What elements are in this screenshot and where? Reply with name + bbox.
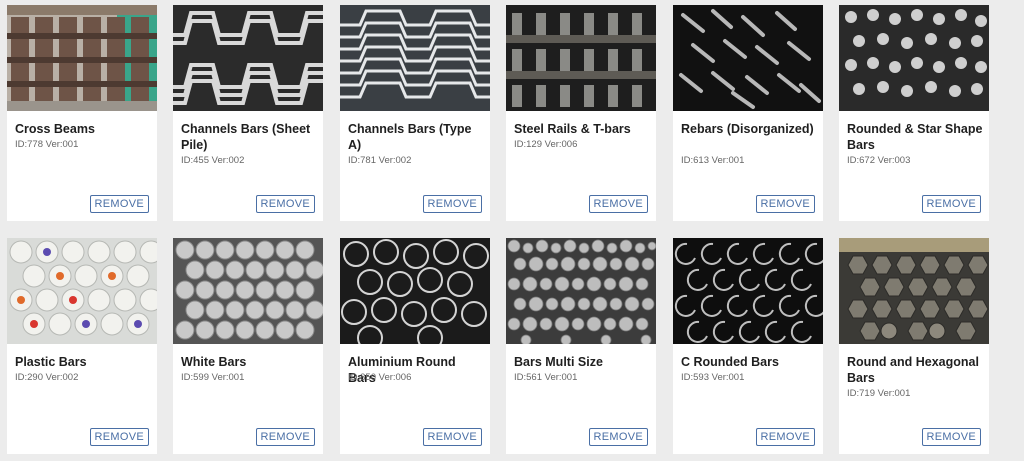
- remove-button[interactable]: REMOVE: [422, 195, 482, 213]
- product-title: Rounded & Star Shape Bars: [847, 122, 983, 152]
- product-card: C Rounded Bars ID:593 Ver:001 REMOVE: [673, 238, 823, 454]
- white-bars-image: [173, 238, 323, 344]
- product-card: Channels Bars (Sheet Pile) ID:455 Ver:00…: [173, 5, 323, 221]
- product-card: Channels Bars (Type A) ID:781 Ver:002 RE…: [340, 5, 490, 221]
- remove-button[interactable]: REMOVE: [921, 428, 981, 446]
- channel-bars-type-a-image: [340, 5, 490, 111]
- product-title: Round and Hexagonal Bars: [847, 355, 979, 385]
- product-card: Steel Rails & T-bars ID:129 Ver:006 REMO…: [506, 5, 656, 221]
- product-thumbnail: [340, 5, 490, 111]
- product-card: Plastic Bars ID:290 Ver:002 REMOVE: [7, 238, 157, 454]
- product-card: White Bars ID:599 Ver:001 REMOVE: [173, 238, 323, 454]
- product-id-version: ID:781 Ver:002: [348, 155, 412, 166]
- product-title: Channels Bars (Type A): [348, 122, 472, 152]
- remove-button[interactable]: REMOVE: [588, 195, 648, 213]
- star-shape-bars-image: [839, 5, 989, 111]
- product-id-version: ID:672 Ver:003: [847, 155, 911, 166]
- hexagonal-bars-image: [839, 238, 989, 344]
- product-id-version: ID:561 Ver:001: [514, 372, 578, 383]
- product-id-version: ID:290 Ver:002: [15, 372, 79, 383]
- product-thumbnail: [340, 238, 490, 344]
- product-title: Steel Rails & T-bars: [514, 122, 631, 136]
- c-rounded-bars-image: [673, 238, 823, 344]
- product-title: Bars Multi Size: [514, 355, 603, 369]
- product-grid: Cross Beams ID:778 Ver:001 REMOVE Channe…: [0, 0, 1024, 461]
- product-id-version: ID:350 Ver:006: [348, 372, 412, 383]
- product-thumbnail: [7, 5, 157, 111]
- product-title: Cross Beams: [15, 122, 95, 136]
- product-title: Plastic Bars: [15, 355, 87, 369]
- remove-button[interactable]: REMOVE: [89, 428, 149, 446]
- remove-button[interactable]: REMOVE: [755, 428, 815, 446]
- product-card: Round and Hexagonal Bars ID:719 Ver:001 …: [839, 238, 989, 454]
- product-id-version: ID:593 Ver:001: [681, 372, 745, 383]
- remove-button[interactable]: REMOVE: [89, 195, 149, 213]
- product-id-version: ID:599 Ver:001: [181, 372, 245, 383]
- product-id-version: ID:455 Ver:002: [181, 155, 245, 166]
- product-id-version: ID:719 Ver:001: [847, 388, 911, 399]
- product-thumbnail: [673, 238, 823, 344]
- product-card: Rebars (Disorganized) ID:613 Ver:001 REM…: [673, 5, 823, 221]
- plastic-bars-image: [7, 238, 157, 344]
- remove-button[interactable]: REMOVE: [755, 195, 815, 213]
- product-title: Rebars (Disorganized): [681, 122, 814, 136]
- steel-cross-beams-image: [7, 5, 157, 111]
- product-id-version: ID:613 Ver:001: [681, 155, 745, 166]
- product-thumbnail: [7, 238, 157, 344]
- product-title: C Rounded Bars: [681, 355, 779, 369]
- channel-bars-sheet-pile-image: [173, 5, 323, 111]
- product-thumbnail: [506, 5, 656, 111]
- product-thumbnail: [506, 238, 656, 344]
- remove-button[interactable]: REMOVE: [422, 428, 482, 446]
- rebars-image: [673, 5, 823, 111]
- multi-size-bars-image: [506, 238, 656, 344]
- product-id-version: ID:778 Ver:001: [15, 139, 79, 150]
- aluminium-round-bars-image: [340, 238, 490, 344]
- remove-button[interactable]: REMOVE: [255, 195, 315, 213]
- product-thumbnail: [173, 238, 323, 344]
- product-title: Channels Bars (Sheet Pile): [181, 122, 311, 152]
- product-card: Cross Beams ID:778 Ver:001 REMOVE: [7, 5, 157, 221]
- product-thumbnail: [173, 5, 323, 111]
- product-thumbnail: [673, 5, 823, 111]
- remove-button[interactable]: REMOVE: [921, 195, 981, 213]
- remove-button[interactable]: REMOVE: [255, 428, 315, 446]
- product-id-version: ID:129 Ver:006: [514, 139, 578, 150]
- remove-button[interactable]: REMOVE: [588, 428, 648, 446]
- product-card: Bars Multi Size ID:561 Ver:001 REMOVE: [506, 238, 656, 454]
- product-thumbnail: [839, 5, 989, 111]
- steel-rails-image: [506, 5, 656, 111]
- product-title: White Bars: [181, 355, 247, 369]
- product-card: Rounded & Star Shape Bars ID:672 Ver:003…: [839, 5, 989, 221]
- product-thumbnail: [839, 238, 989, 344]
- product-card: Aluminium Round Bars ID:350 Ver:006 REMO…: [340, 238, 490, 454]
